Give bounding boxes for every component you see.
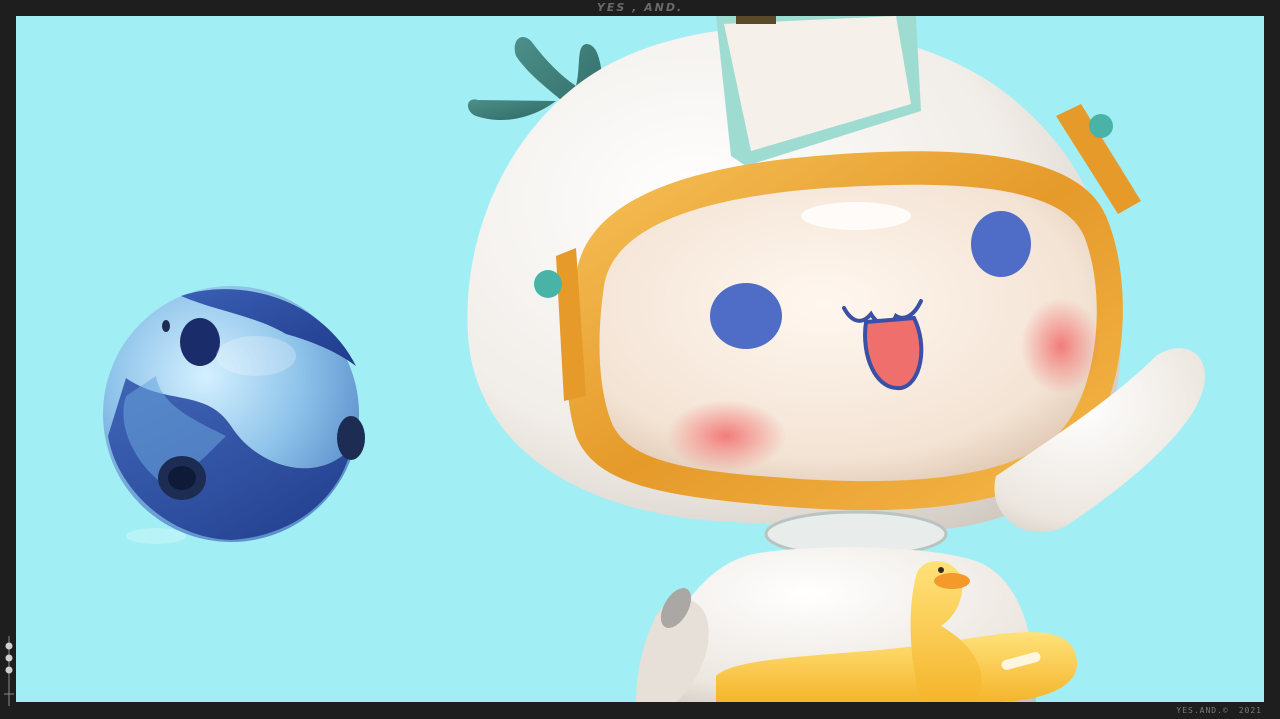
planet-orb <box>103 286 365 544</box>
credit-year: 2021 <box>1238 706 1262 715</box>
timeline-scrubber[interactable] <box>0 636 16 706</box>
footer-bar: YES.AND.© 2021 <box>0 702 1280 719</box>
credit-text: YES.AND.© 2021 <box>1176 706 1262 715</box>
scrubber-knob[interactable] <box>5 666 13 674</box>
scrubber-knob[interactable] <box>5 654 13 662</box>
render-image <box>103 16 1205 702</box>
render-viewport <box>16 16 1264 702</box>
scrubber-knob[interactable] <box>5 642 13 650</box>
credit-label: YES.AND.© <box>1176 706 1229 715</box>
frame-title: YES , AND. <box>596 1 684 14</box>
render-frame: YES , AND. YES.AND.© 2021 <box>0 0 1280 719</box>
